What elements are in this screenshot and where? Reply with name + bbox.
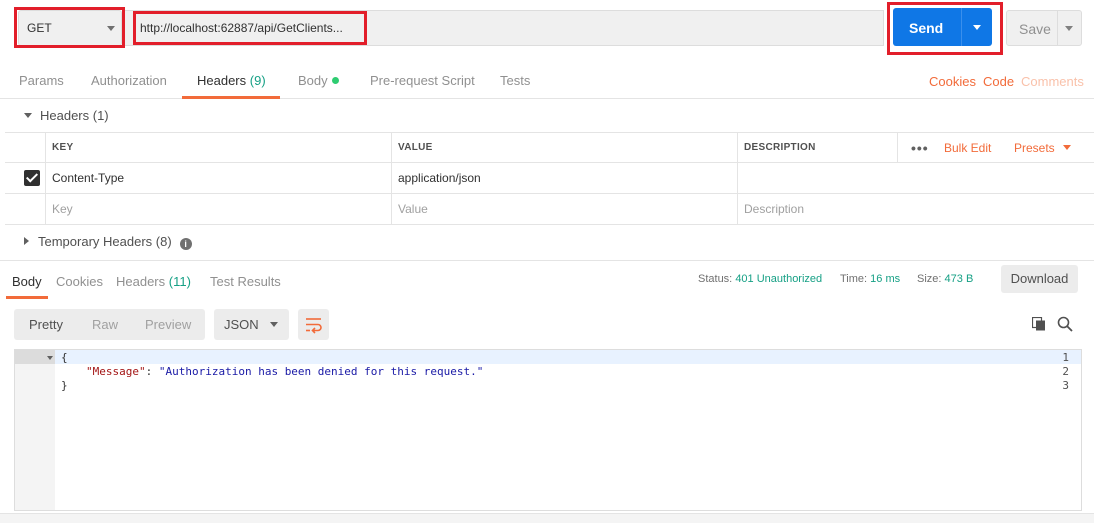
format-select[interactable]: JSON xyxy=(214,309,289,340)
tab-authorization[interactable]: Authorization xyxy=(91,73,167,88)
response-view-bar: Pretty Raw Preview JSON xyxy=(0,305,1094,345)
tab-params[interactable]: Params xyxy=(19,73,64,88)
presets-dropdown[interactable]: Presets xyxy=(1014,133,1071,163)
request-bar: GET http://localhost:62887/api/GetClient… xyxy=(0,0,1094,60)
line-number-gutter xyxy=(15,350,55,510)
tab-body-label: Body xyxy=(298,73,328,88)
code-line-2: "Message": "Authorization has been denie… xyxy=(86,365,483,378)
view-mode-preview[interactable]: Preview xyxy=(145,317,191,332)
save-button[interactable]: Save xyxy=(1006,10,1082,46)
status-label: Status: xyxy=(698,273,733,285)
chevron-down-icon xyxy=(107,26,115,31)
response-body-editor[interactable]: 1 2 3 { "Message": "Authorization has be… xyxy=(14,349,1082,511)
download-button[interactable]: Download xyxy=(1001,265,1078,293)
method-select[interactable]: GET xyxy=(18,10,122,46)
column-header-value: VALUE xyxy=(391,133,737,162)
headers-section-title: Headers (1) xyxy=(40,108,109,123)
triangle-right-icon xyxy=(24,237,29,245)
header-key-cell[interactable]: Content-Type xyxy=(45,163,391,193)
method-value: GET xyxy=(27,21,52,35)
body-indicator-dot-icon xyxy=(331,77,339,84)
line-number: 1 xyxy=(1062,351,1069,364)
format-value: JSON xyxy=(224,317,259,332)
size-label: Size: xyxy=(917,273,942,285)
status-bar xyxy=(0,513,1094,523)
chevron-down-icon xyxy=(270,322,278,327)
comments-link[interactable]: Comments xyxy=(1021,74,1084,89)
temporary-headers-toggle[interactable]: Temporary Headers (8) i xyxy=(24,234,192,250)
active-response-tab-indicator xyxy=(6,296,48,299)
search-icon[interactable] xyxy=(1057,316,1073,332)
url-value: http://localhost:62887/api/GetClients... xyxy=(140,21,343,35)
wrap-lines-icon xyxy=(306,318,322,334)
json-colon: : xyxy=(145,365,159,378)
size-readout: Size: 473 B xyxy=(917,273,973,285)
code-link[interactable]: Code xyxy=(983,74,1014,89)
response-tabs: Body Cookies Headers (11) Test Results S… xyxy=(0,260,1094,299)
headers-section-toggle[interactable]: Headers (1) xyxy=(24,108,109,123)
active-line-highlight xyxy=(55,350,1081,364)
time-readout: Time: 16 ms xyxy=(840,273,900,285)
line-number: 2 xyxy=(1062,365,1069,378)
headers-table: KEY VALUE DESCRIPTION ••• Bulk Edit Pres… xyxy=(5,132,1094,225)
temporary-headers-title: Temporary Headers (8) xyxy=(38,234,172,249)
new-description-input[interactable]: Description xyxy=(737,194,1094,224)
json-key: "Message" xyxy=(86,365,146,378)
time-label: Time: xyxy=(840,273,868,285)
column-header-description: DESCRIPTION xyxy=(737,133,897,162)
save-divider xyxy=(1057,11,1058,45)
code-line-3: } xyxy=(61,379,68,392)
view-mode-pretty[interactable]: Pretty xyxy=(29,317,63,332)
send-button[interactable]: Send xyxy=(893,8,992,46)
save-options-chevron-icon[interactable] xyxy=(1065,26,1073,31)
tab-headers-label: Headers xyxy=(197,73,247,88)
presets-label: Presets xyxy=(1014,141,1055,155)
column-header-key: KEY xyxy=(45,133,391,162)
response-tab-body[interactable]: Body xyxy=(12,274,42,289)
new-value-input[interactable]: Value xyxy=(391,194,737,224)
view-mode-raw[interactable]: Raw xyxy=(92,317,118,332)
tab-tests[interactable]: Tests xyxy=(500,73,530,88)
code-line-1: { xyxy=(61,351,68,364)
info-icon[interactable]: i xyxy=(179,238,192,250)
table-row: Content-Type application/json xyxy=(5,163,1094,194)
response-tab-test-results[interactable]: Test Results xyxy=(210,274,281,289)
cookies-link[interactable]: Cookies xyxy=(929,74,976,89)
table-header-row: KEY VALUE DESCRIPTION ••• Bulk Edit Pres… xyxy=(5,133,1094,163)
size-value: 473 B xyxy=(944,273,974,285)
tab-headers-count: (9) xyxy=(249,73,266,88)
status-value: 401 Unauthorized xyxy=(735,273,823,285)
response-tab-cookies[interactable]: Cookies xyxy=(56,274,103,289)
fold-arrow-icon[interactable] xyxy=(47,356,53,360)
chevron-down-icon xyxy=(1062,145,1071,150)
header-enabled-checkbox[interactable] xyxy=(24,170,40,186)
line-number: 3 xyxy=(1062,379,1069,392)
response-tab-headers-label: Headers xyxy=(116,274,166,289)
status-readout: Status: 401 Unauthorized xyxy=(698,273,822,285)
json-value: "Authorization has been denied for this … xyxy=(158,365,484,378)
send-divider xyxy=(961,8,962,46)
tab-pre-request-script[interactable]: Pre-request Script xyxy=(370,73,475,88)
send-options-chevron-icon[interactable] xyxy=(973,25,981,30)
new-key-input[interactable]: Key xyxy=(45,194,391,224)
response-tab-headers[interactable]: Headers (11) xyxy=(116,274,191,289)
bulk-edit-link[interactable]: Bulk Edit xyxy=(944,133,991,163)
request-tabs: Params Authorization Headers (9) Body Pr… xyxy=(0,62,1094,99)
header-value-cell[interactable]: application/json xyxy=(391,163,737,193)
triangle-down-icon xyxy=(24,113,32,118)
response-tab-headers-count: (11) xyxy=(168,274,191,289)
tab-body[interactable]: Body xyxy=(298,73,339,88)
url-input[interactable]: http://localhost:62887/api/GetClients... xyxy=(124,10,884,46)
header-description-cell[interactable] xyxy=(737,163,1094,193)
copy-icon[interactable] xyxy=(1032,317,1046,331)
time-value: 16 ms xyxy=(870,273,901,285)
wrap-lines-button[interactable] xyxy=(298,309,329,340)
table-row-new: Key Value Description xyxy=(5,194,1094,225)
save-button-label: Save xyxy=(1019,21,1051,37)
active-tab-indicator xyxy=(182,96,280,99)
send-button-label: Send xyxy=(909,20,944,36)
more-options-icon[interactable]: ••• xyxy=(911,133,929,163)
tab-headers[interactable]: Headers (9) xyxy=(197,73,266,88)
view-mode-segmented: Pretty Raw Preview xyxy=(14,309,205,340)
